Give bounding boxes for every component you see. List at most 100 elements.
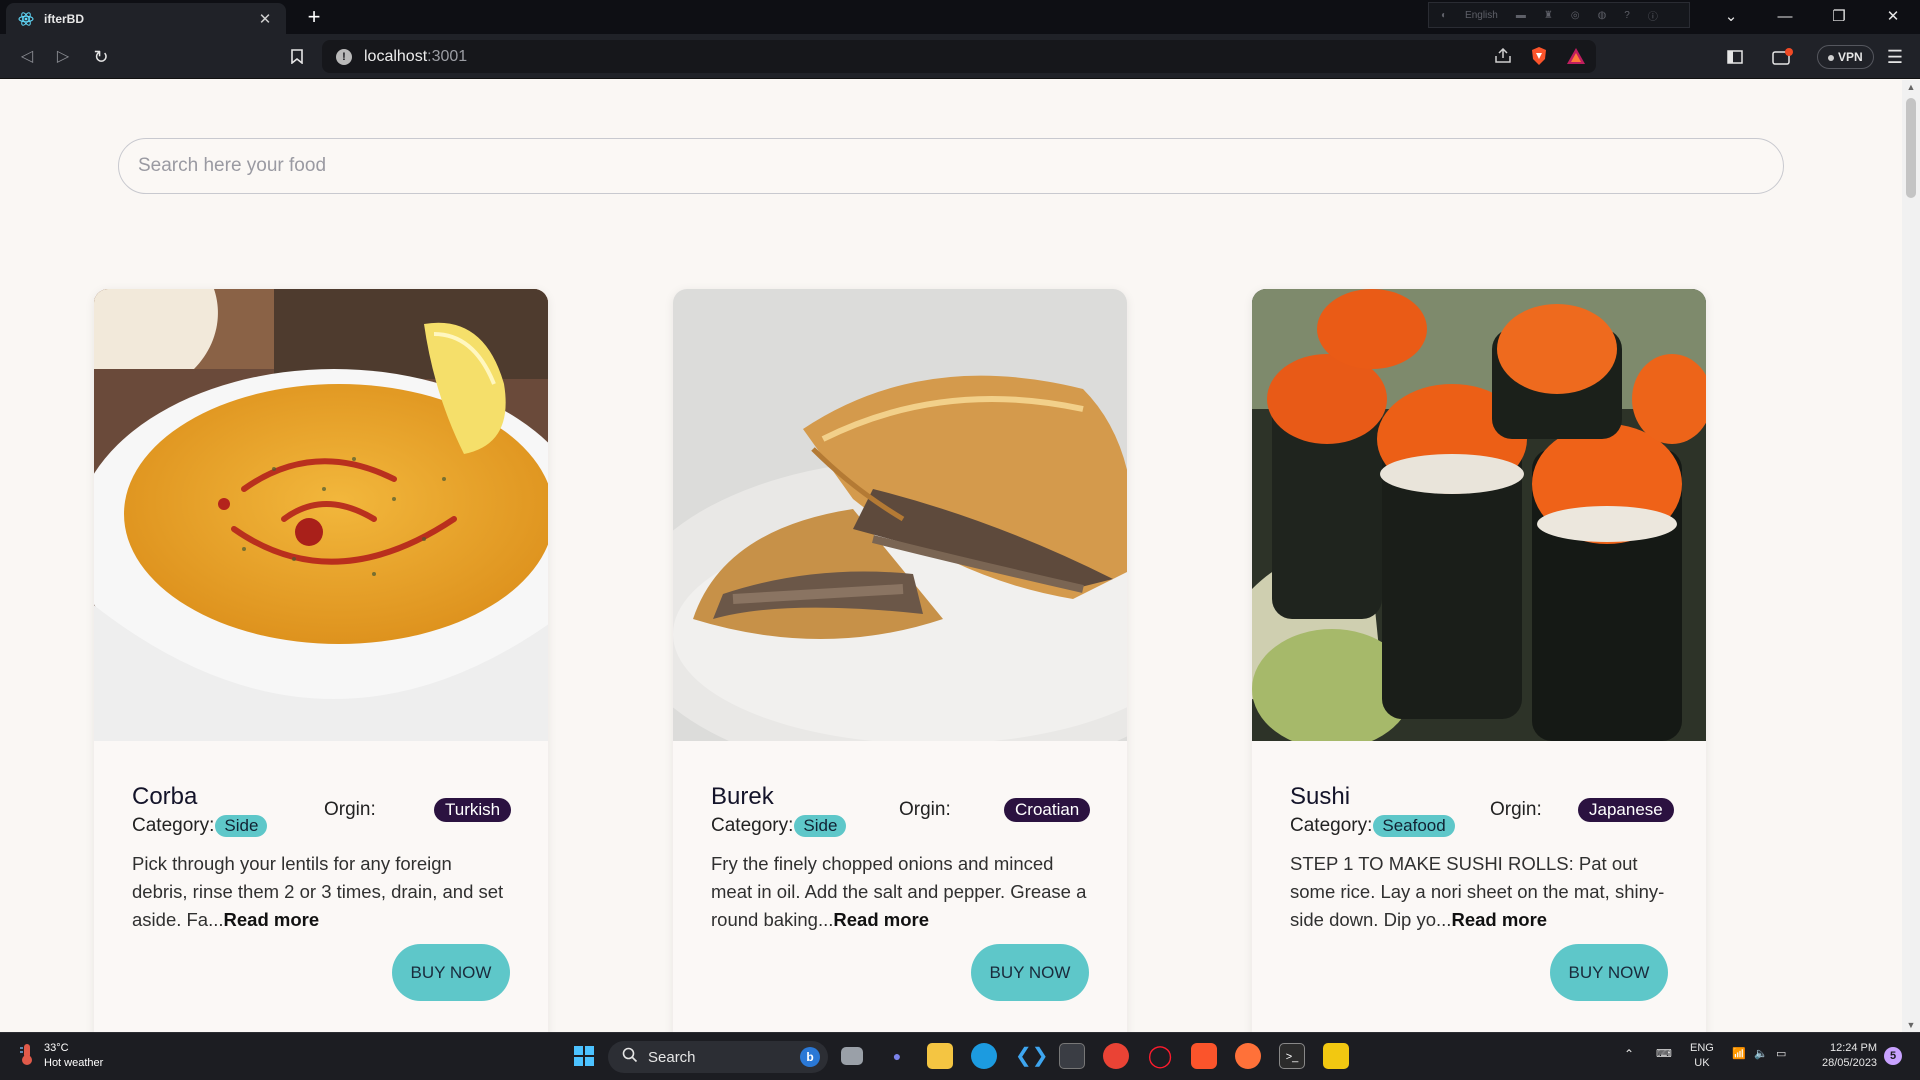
- food-description: STEP 1 TO MAKE SUSHI ROLLS: Pat out some…: [1290, 850, 1670, 934]
- bookmark-icon[interactable]: [284, 44, 310, 70]
- clock-time: 12:24 PM: [1829, 1042, 1878, 1054]
- temperature-text: 33°C: [44, 1042, 69, 1054]
- page-scrollbar[interactable]: ▲ ▼: [1902, 80, 1920, 1032]
- browser-tab-bar: ifterBD ✕ + ◐ English ▬ ♜ ◎ ◍ ? ⓘ ⌄ — ❐ …: [0, 0, 1920, 34]
- edge-icon[interactable]: [971, 1043, 997, 1069]
- new-tab-button[interactable]: +: [302, 5, 326, 29]
- notification-badge[interactable]: 5: [1884, 1047, 1902, 1065]
- brave-shields-icon[interactable]: [1530, 46, 1548, 71]
- volume-icon[interactable]: 🔈: [1754, 1047, 1768, 1062]
- language-indicator[interactable]: English: [1465, 10, 1498, 21]
- address-host: localhost: [364, 47, 428, 65]
- tab-close-icon[interactable]: ✕: [256, 10, 274, 28]
- read-more-link[interactable]: Read more: [833, 909, 929, 930]
- windows-taskbar: 33°C Hot weather Search b ● ❮❯ ◯ >_ ⌃ ⌨ …: [0, 1032, 1920, 1080]
- power-bi-icon[interactable]: [1323, 1043, 1349, 1069]
- vscode-icon[interactable]: ❮❯: [1015, 1043, 1049, 1069]
- food-card: Corba Category: Side Orgin: Turkish Pick…: [94, 289, 548, 1032]
- extension-icon[interactable]: ♜: [1544, 10, 1553, 21]
- vpn-label: VPN: [1838, 50, 1863, 64]
- sidebar-icon[interactable]: [1722, 44, 1748, 70]
- browser-toolbar: ◁ ▷ ↻ ! localhost :3001 VPN ☰: [0, 34, 1920, 79]
- brave-rewards-icon[interactable]: [1566, 47, 1586, 70]
- browser-tab-active[interactable]: ifterBD ✕: [6, 3, 286, 34]
- food-name: Burek: [711, 783, 774, 810]
- buy-now-button[interactable]: BUY NOW: [1550, 944, 1668, 1001]
- forward-icon[interactable]: ▷: [50, 44, 76, 70]
- wallet-icon[interactable]: [1770, 44, 1796, 70]
- weather-text: Hot weather: [44, 1057, 104, 1069]
- menu-icon[interactable]: ☰: [1882, 44, 1908, 70]
- extension-icon[interactable]: ◎: [1571, 10, 1580, 21]
- tray-overflow-chevron-icon[interactable]: ⌃: [1624, 1047, 1634, 1062]
- extension-icon[interactable]: ◍: [1598, 10, 1607, 21]
- category-label: Category:: [711, 815, 794, 836]
- help-icon[interactable]: ?: [1624, 10, 1630, 21]
- share-icon[interactable]: [1494, 47, 1512, 69]
- food-image-soup: [94, 289, 548, 741]
- extension-icon[interactable]: ▬: [1516, 10, 1526, 21]
- thermometer-icon: [18, 1042, 36, 1071]
- food-image-burek: [673, 289, 1127, 741]
- origin-badge: Japanese: [1578, 798, 1674, 822]
- search-icon: [622, 1047, 638, 1067]
- react-icon: [18, 11, 34, 27]
- category-badge: Seafood: [1373, 815, 1455, 837]
- food-category-row: Category: Side: [711, 815, 847, 837]
- food-name: Corba: [132, 783, 198, 810]
- back-icon[interactable]: ◁: [14, 44, 40, 70]
- taskbar-search[interactable]: Search b: [608, 1041, 828, 1073]
- info-icon[interactable]: ⓘ: [1648, 8, 1658, 23]
- vpn-button[interactable]: VPN: [1817, 45, 1874, 69]
- weather-widget[interactable]: 33°C Hot weather: [18, 1041, 103, 1071]
- buy-now-button[interactable]: BUY NOW: [971, 944, 1089, 1001]
- food-category-row: Category: Seafood: [1290, 815, 1455, 837]
- taskbar-search-label: Search: [648, 1048, 696, 1066]
- firefox-icon[interactable]: [1235, 1043, 1261, 1069]
- page-content: Corba Category: Side Orgin: Turkish Pick…: [0, 80, 1902, 1032]
- site-info-icon[interactable]: !: [336, 48, 352, 65]
- chrome-icon[interactable]: [1103, 1043, 1129, 1069]
- category-label: Category:: [132, 815, 215, 836]
- windows-start-icon[interactable]: [571, 1043, 597, 1069]
- brave-icon[interactable]: [1191, 1043, 1217, 1069]
- chat-icon[interactable]: ●: [884, 1043, 910, 1069]
- buy-now-button[interactable]: BUY NOW: [392, 944, 510, 1001]
- food-card: Burek Category: Side Orgin: Croatian Fry…: [673, 289, 1127, 1032]
- reload-icon[interactable]: ↻: [88, 44, 114, 70]
- read-more-link[interactable]: Read more: [224, 909, 320, 930]
- tab-strip-extensions: ◐ English ▬ ♜ ◎ ◍ ? ⓘ: [1428, 2, 1690, 28]
- address-bar[interactable]: ! localhost :3001: [322, 40, 1596, 73]
- origin-label: Orgin:: [899, 799, 951, 820]
- vpn-status-dot: [1828, 54, 1834, 61]
- window-close-button[interactable]: ✕: [1870, 4, 1916, 30]
- scrollbar-thumb[interactable]: [1906, 98, 1916, 198]
- bing-icon[interactable]: b: [800, 1047, 820, 1067]
- tray-region: UK: [1694, 1057, 1710, 1069]
- clock[interactable]: 12:24 PM 28/05/2023: [1822, 1041, 1877, 1071]
- food-name: Sushi: [1290, 783, 1351, 810]
- task-view-icon[interactable]: [841, 1047, 863, 1065]
- scroll-down-icon[interactable]: ▼: [1902, 1020, 1920, 1030]
- file-explorer-icon[interactable]: [927, 1043, 953, 1069]
- wifi-icon[interactable]: 📶: [1732, 1047, 1746, 1062]
- terminal-icon[interactable]: >_: [1279, 1043, 1305, 1069]
- address-port: :3001: [427, 47, 468, 65]
- food-description: Fry the finely chopped onions and minced…: [711, 850, 1091, 934]
- keyboard-icon[interactable]: ⌨: [1656, 1047, 1672, 1062]
- extension-icon[interactable]: ◐: [1441, 10, 1447, 21]
- minimize-button[interactable]: —: [1762, 4, 1808, 30]
- restore-button[interactable]: ❐: [1816, 4, 1862, 30]
- opera-icon[interactable]: ◯: [1147, 1043, 1173, 1069]
- food-search-input[interactable]: [118, 138, 1784, 194]
- address-bar-actions: [1494, 46, 1586, 71]
- read-more-link[interactable]: Read more: [1451, 909, 1547, 930]
- food-description: Pick through your lentils for any foreig…: [132, 850, 512, 934]
- store-icon[interactable]: [1059, 1043, 1085, 1069]
- tab-search-chevron-icon[interactable]: ⌄: [1708, 4, 1754, 30]
- food-image-sushi: [1252, 289, 1706, 741]
- scroll-up-icon[interactable]: ▲: [1902, 82, 1920, 92]
- battery-icon[interactable]: ▭: [1776, 1047, 1786, 1062]
- language-indicator-tray[interactable]: ENG UK: [1690, 1041, 1714, 1071]
- food-category-row: Category: Side: [132, 815, 268, 837]
